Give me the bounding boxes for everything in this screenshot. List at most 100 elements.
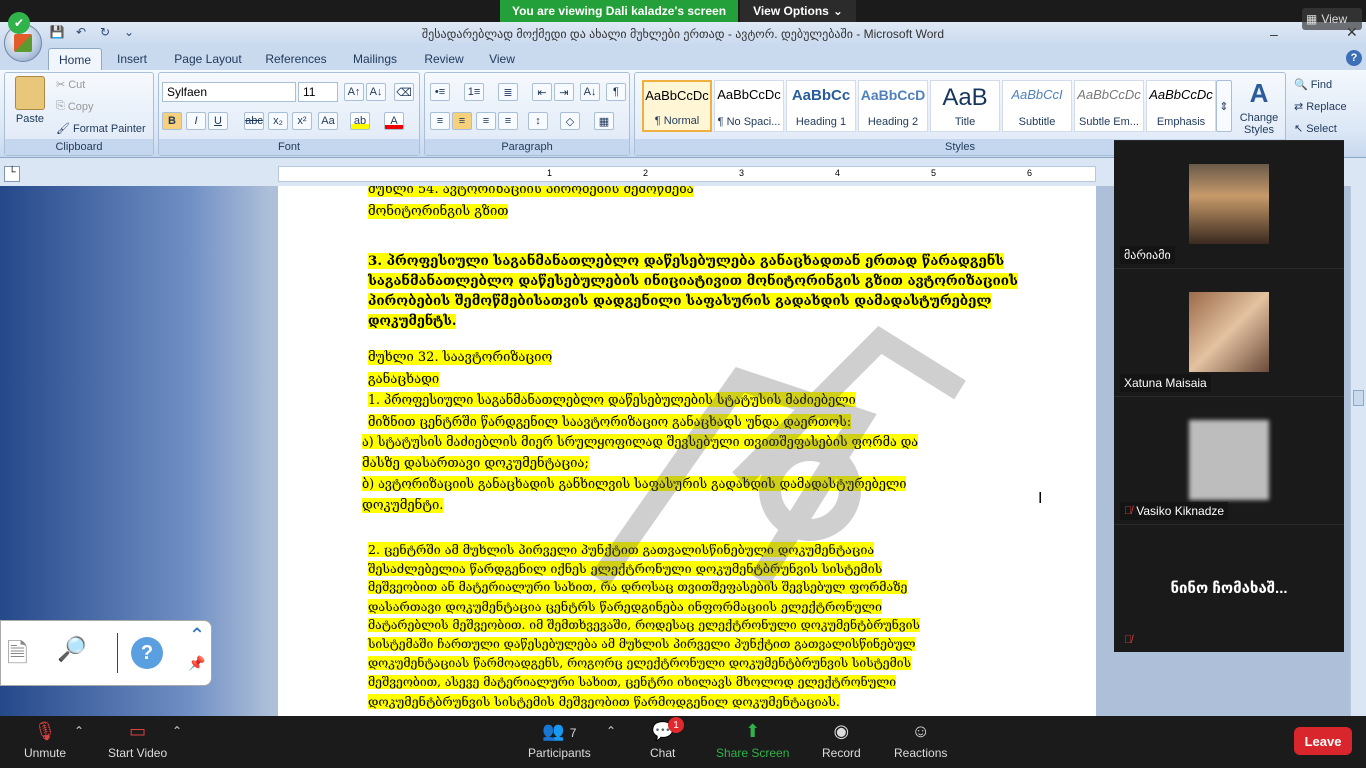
- bold-icon[interactable]: B: [162, 112, 182, 130]
- share-screen-button[interactable]: ⬆ Share Screen: [716, 720, 789, 760]
- participants-button[interactable]: 👥 7 Participants: [528, 720, 591, 760]
- strikethrough-icon[interactable]: abc: [244, 112, 264, 130]
- font-name-combo[interactable]: Sylfaen: [162, 82, 296, 102]
- increase-indent-icon[interactable]: ⇥: [554, 83, 574, 101]
- document-page[interactable]: მუხლი 54. ავტორიზაციის პირობების შემოწმე…: [278, 186, 1096, 716]
- format-painter-button[interactable]: 🖌 Format Painter: [56, 122, 146, 136]
- replace-button[interactable]: ⇄ Replace: [1294, 100, 1347, 114]
- align-right-icon[interactable]: ≡: [476, 112, 496, 130]
- participants-gallery: მარიამი Xatuna Maisaia 🎙̸ Vasiko Kiknadze…: [1114, 140, 1344, 652]
- cut-label: Cut: [68, 78, 86, 91]
- participant-tile[interactable]: მარიამი: [1114, 140, 1344, 268]
- security-shield-icon[interactable]: ✔: [8, 12, 30, 34]
- participants-icon: 👥 7: [542, 721, 577, 741]
- change-case-icon[interactable]: Aa: [318, 112, 338, 130]
- decrease-indent-icon[interactable]: ⇤: [532, 83, 552, 101]
- doc-line: მასზე დასართავი დოკუმენტაცია;: [362, 456, 589, 471]
- redo-icon[interactable]: ↻: [96, 25, 114, 43]
- tab-page-layout[interactable]: Page Layout: [170, 48, 246, 70]
- audio-options-icon[interactable]: ⌃: [74, 724, 84, 738]
- tab-insert[interactable]: Insert: [108, 48, 156, 70]
- window-title: შესადარებლად მოქმედი და ახალი მუხლები ერ…: [421, 27, 945, 41]
- paste-button[interactable]: Paste: [10, 76, 50, 136]
- copy-button[interactable]: ⎘ Copy: [56, 100, 94, 113]
- video-options-icon[interactable]: ⌃: [172, 724, 182, 738]
- tab-references[interactable]: References: [260, 48, 332, 70]
- underline-icon[interactable]: U: [208, 112, 228, 130]
- view-button[interactable]: ▦ View: [1302, 8, 1362, 30]
- style-emphasis[interactable]: AaBbCcDc Emphasis: [1146, 80, 1216, 132]
- highlight-color-icon[interactable]: ab: [350, 112, 370, 130]
- ruler-number: 2: [643, 168, 649, 178]
- multilevel-list-icon[interactable]: ≣: [498, 83, 518, 101]
- tab-home[interactable]: Home: [48, 48, 102, 70]
- participant-tile[interactable]: 🎙̸ Vasiko Kiknadze: [1114, 396, 1344, 524]
- sort-icon[interactable]: A↓: [580, 83, 600, 101]
- collapse-up-icon[interactable]: ⌃: [183, 623, 211, 651]
- unmute-button[interactable]: 🎙 Unmute: [24, 720, 66, 760]
- pin-icon[interactable]: 📌: [185, 655, 209, 679]
- tab-selector-icon[interactable]: └: [4, 166, 20, 182]
- reactions-button[interactable]: ☺ Reactions: [894, 720, 947, 760]
- shrink-font-icon[interactable]: A↓: [366, 83, 386, 101]
- font-size-combo[interactable]: 11: [298, 82, 338, 102]
- subscript-icon[interactable]: x₂: [268, 112, 288, 130]
- vertical-scrollbar[interactable]: [1350, 186, 1366, 716]
- help-circle-icon[interactable]: ?: [131, 637, 163, 669]
- find-button[interactable]: 🔍 Find: [1294, 78, 1332, 92]
- font-color-icon[interactable]: A: [384, 112, 404, 130]
- zoom-document-icon[interactable]: 🔎: [57, 635, 101, 671]
- align-center-icon[interactable]: ≡: [452, 112, 472, 130]
- numbering-icon[interactable]: 1≡: [464, 83, 484, 101]
- style-subtitle[interactable]: AaBbCcI Subtitle: [1002, 80, 1072, 132]
- undo-icon[interactable]: ↶: [72, 25, 90, 43]
- participant-name: მარიამი: [1120, 246, 1175, 264]
- horizontal-ruler[interactable]: 1 2 3 4 5 6: [278, 166, 1096, 182]
- justify-icon[interactable]: ≡: [498, 112, 518, 130]
- help-icon[interactable]: ?: [1346, 50, 1362, 66]
- smiley-icon: ☺: [911, 721, 930, 741]
- bullets-icon[interactable]: •≡: [430, 83, 450, 101]
- style-heading-2[interactable]: AaBbCcD Heading 2: [858, 80, 928, 132]
- show-marks-icon[interactable]: ¶: [606, 83, 626, 101]
- style-no-spacing[interactable]: AaBbCcDc ¶ No Spaci...: [714, 80, 784, 132]
- view-options-button[interactable]: View Options ⌄: [740, 0, 856, 22]
- chat-label: Chat: [650, 746, 676, 760]
- tab-mailings[interactable]: Mailings: [346, 48, 404, 70]
- align-left-icon[interactable]: ≡: [430, 112, 450, 130]
- style-name: Heading 2: [867, 116, 919, 128]
- style-subtle-emphasis[interactable]: AaBbCcDc Subtle Em...: [1074, 80, 1144, 132]
- style-heading-1[interactable]: AaBbCc Heading 1: [786, 80, 856, 132]
- borders-icon[interactable]: ▦: [594, 112, 614, 130]
- tab-review[interactable]: Review: [418, 48, 470, 70]
- start-video-button[interactable]: ▭ Start Video: [108, 720, 167, 760]
- document-icon[interactable]: 🗎: [7, 635, 43, 671]
- leave-button[interactable]: Leave: [1294, 727, 1352, 755]
- shading-icon[interactable]: ◇: [560, 112, 580, 130]
- style-sample: AaBbCcDc: [717, 87, 781, 102]
- styles-scroll-icon[interactable]: ⇕: [1216, 80, 1232, 132]
- superscript-icon[interactable]: x²: [292, 112, 312, 130]
- ruler-number: 6: [1027, 168, 1033, 178]
- style-sample: AaB: [942, 87, 988, 109]
- save-icon[interactable]: 💾: [48, 25, 66, 43]
- scroll-thumb[interactable]: [1353, 390, 1364, 406]
- clear-format-icon[interactable]: ⌫: [394, 83, 414, 101]
- style-sample: AaBbCcDc: [1077, 87, 1141, 102]
- style-normal[interactable]: AaBbCcDc ¶ Normal: [642, 80, 712, 132]
- participant-tile[interactable]: Xatuna Maisaia: [1114, 268, 1344, 396]
- viewing-banner: You are viewing Dali kaladze's screen: [500, 0, 738, 22]
- grow-font-icon[interactable]: A↑: [344, 83, 364, 101]
- change-styles-button[interactable]: A Change Styles: [1236, 78, 1282, 136]
- style-title[interactable]: AaB Title: [930, 80, 1000, 132]
- cut-button[interactable]: ✂ Cut: [56, 78, 86, 92]
- participants-options-icon[interactable]: ⌃: [606, 724, 616, 738]
- minimize-button[interactable]: –: [1270, 26, 1278, 42]
- line-spacing-icon[interactable]: ↕: [528, 112, 548, 130]
- record-button[interactable]: ◉ Record: [822, 720, 861, 760]
- italic-icon[interactable]: I: [186, 112, 206, 130]
- customize-qat-icon[interactable]: ⌄: [120, 25, 138, 43]
- tab-view[interactable]: View: [484, 48, 520, 70]
- select-button[interactable]: ↖ Select: [1294, 122, 1337, 136]
- participant-tile[interactable]: ნინო ჩომახაშ... 🎙̸: [1114, 524, 1344, 652]
